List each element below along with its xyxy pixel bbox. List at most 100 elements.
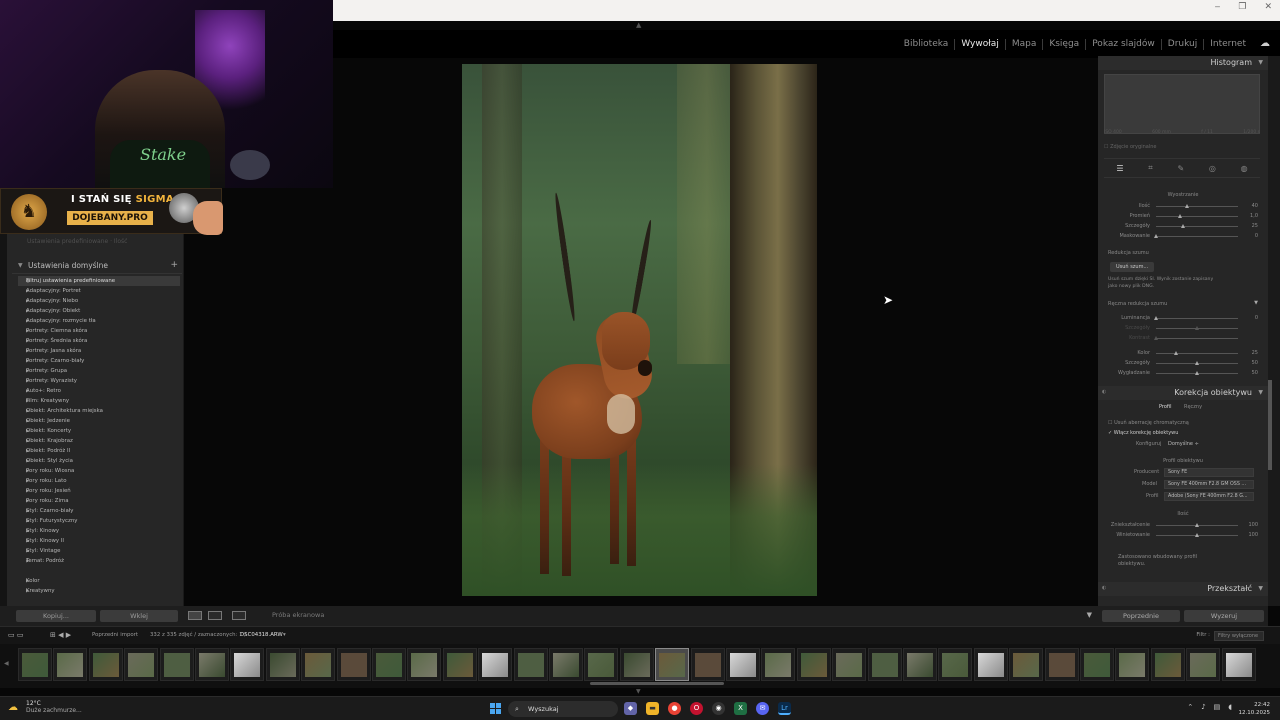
- filter-dot-icon[interactable]: ●: [18, 279, 30, 284]
- file-explorer-icon[interactable]: ▬: [646, 702, 659, 715]
- expand-triangle-icon[interactable]: ▶: [18, 589, 29, 594]
- previous-button[interactable]: Poprzednie: [1102, 610, 1180, 622]
- panel-switch-icon[interactable]: ◐: [1102, 389, 1106, 395]
- preset-item[interactable]: ▶ Styl: Kinowy: [18, 526, 180, 536]
- weather-icon[interactable]: ☁: [8, 702, 18, 713]
- lightroom-taskbar-icon[interactable]: Lr: [778, 702, 791, 715]
- module-map[interactable]: Mapa: [1004, 39, 1043, 50]
- expand-triangle-icon[interactable]: ▶: [18, 439, 29, 444]
- preset-item[interactable]: ▶ Styl: Vintage: [18, 546, 180, 556]
- preset-item[interactable]: ▶ Pory roku: Zima: [18, 496, 180, 506]
- expand-triangle-icon[interactable]: ▶: [18, 329, 29, 334]
- filmstrip-thumbnail[interactable]: [796, 648, 831, 681]
- preset-item[interactable]: ▶ Obiekt: Architektura miejska: [18, 406, 180, 416]
- slider-value[interactable]: 100: [1248, 522, 1258, 528]
- healing-icon[interactable]: ✎: [1177, 164, 1184, 173]
- preset-item[interactable]: ▶ Styl: Czarno-biały: [18, 506, 180, 516]
- presets-section-header[interactable]: ▼ Ustawienia domyślne +: [12, 260, 182, 274]
- enable-profile-checkbox[interactable]: ✓ Włącz korekcję obiektywu: [1108, 430, 1178, 436]
- module-develop[interactable]: Wywołaj: [954, 39, 1005, 50]
- compare-icon[interactable]: [232, 611, 246, 620]
- histogram-header[interactable]: Histogram ▼: [1098, 56, 1268, 70]
- filmstrip-thumbnail[interactable]: [159, 648, 194, 681]
- filmstrip-thumbnail[interactable]: [301, 648, 336, 681]
- copy-settings-button[interactable]: Kopiuj...: [16, 610, 96, 622]
- reset-button[interactable]: Wyzeruj: [1184, 610, 1264, 622]
- previous-import-label[interactable]: Poprzedni import: [92, 632, 138, 638]
- opera-icon[interactable]: O: [690, 702, 703, 715]
- slider-knob[interactable]: [1153, 234, 1158, 238]
- weather-widget[interactable]: 12°C Duże zachmurze...: [26, 700, 82, 714]
- preset-item[interactable]: ▶ Temat: Podróż: [18, 556, 180, 566]
- preset-item[interactable]: ▶ Portrety: Ciemna skóra: [18, 326, 180, 336]
- expand-triangle-icon[interactable]: ▶: [18, 349, 29, 354]
- remove-ca-checkbox[interactable]: ☐ Usuń aberrację chromatyczną: [1108, 420, 1189, 426]
- preset-item[interactable]: ▶ Styl: Kinowy II: [18, 536, 180, 546]
- collapse-triangle-icon[interactable]: ▼: [1258, 585, 1263, 592]
- preset-item[interactable]: ▶ Pory roku: Jesień: [18, 486, 180, 496]
- volume-icon[interactable]: ◖: [1228, 703, 1232, 711]
- sliders-icon[interactable]: ☰: [1116, 164, 1123, 173]
- minimize-button[interactable]: ‒: [1215, 2, 1221, 12]
- slider-row[interactable]: Promień 1,0: [1104, 212, 1260, 222]
- filmstrip-thumbnail[interactable]: [938, 648, 973, 681]
- manual-noise-title[interactable]: Ręczna redukcja szumu: [1108, 301, 1167, 307]
- slider-knob[interactable]: [1153, 316, 1158, 320]
- model-dropdown[interactable]: Sony FE 400mm F2.8 GM OSS ...: [1164, 480, 1254, 489]
- module-book[interactable]: Księga: [1042, 39, 1085, 50]
- close-button[interactable]: ✕: [1264, 2, 1272, 12]
- slider-value[interactable]: 100: [1248, 532, 1258, 538]
- filmstrip-thumbnail[interactable]: [230, 648, 265, 681]
- tray-overflow-icon[interactable]: ⌃: [1187, 703, 1193, 711]
- preset-item[interactable]: ▶ Adaptacyjny: rozmycie tła: [18, 316, 180, 326]
- expand-triangle-icon[interactable]: ▶: [18, 549, 29, 554]
- filmstrip-thumbnail[interactable]: [903, 648, 937, 681]
- excel-icon[interactable]: X: [734, 702, 747, 715]
- expand-triangle-icon[interactable]: ▶: [18, 459, 29, 464]
- module-web[interactable]: Internet: [1203, 39, 1252, 50]
- preset-item[interactable]: ▶ Obiekt: Koncerty: [18, 426, 180, 436]
- filmstrip-thumbnail[interactable]: [195, 648, 229, 681]
- slider-row[interactable]: Wygładzanie 50: [1104, 369, 1260, 379]
- slider-row[interactable]: Ilość 40: [1104, 202, 1260, 212]
- slider-knob[interactable]: [1194, 533, 1199, 537]
- filmstrip-thumbnail[interactable]: [265, 648, 300, 681]
- slider-value[interactable]: 50: [1252, 370, 1258, 376]
- filmstrip-thumbnail[interactable]: [442, 648, 477, 681]
- preset-item[interactable]: ▶ Styl: Futurystyczny: [18, 516, 180, 526]
- windows-start-icon[interactable]: [490, 703, 501, 714]
- lens-correction-header[interactable]: ◐ Korekcja obiektywu ▼: [1098, 386, 1268, 400]
- show-original-checkbox[interactable]: ☐ Zdjęcie oryginalne: [1104, 144, 1156, 150]
- slider-row[interactable]: Kontrast: [1104, 334, 1260, 344]
- expand-triangle-icon[interactable]: ▶: [18, 299, 29, 304]
- expand-triangle-icon[interactable]: ▶: [18, 519, 29, 524]
- filmstrip-thumbnail[interactable]: [1080, 648, 1114, 681]
- before-after-icon[interactable]: [208, 611, 222, 620]
- module-print[interactable]: Drukuj: [1160, 39, 1203, 50]
- network-icon[interactable]: ▤: [1214, 703, 1221, 711]
- setup-dropdown[interactable]: Domyślne ÷: [1168, 441, 1199, 447]
- filename-dropdown-icon[interactable]: ▾: [283, 632, 286, 638]
- filmstrip-scrollbar[interactable]: [590, 682, 724, 685]
- maximize-button[interactable]: ❐: [1238, 2, 1246, 12]
- expand-triangle-icon[interactable]: ▶: [18, 499, 29, 504]
- expand-triangle-icon[interactable]: ▶: [18, 359, 29, 364]
- right-panel-scroll-thumb[interactable]: [1268, 380, 1272, 470]
- module-slideshow[interactable]: Pokaz slajdów: [1085, 39, 1161, 50]
- filmstrip-thumbnail[interactable]: [584, 648, 619, 681]
- preset-item[interactable]: ▶ Adaptacyjny: Obiekt: [18, 306, 180, 316]
- redeye-icon[interactable]: ◎: [1209, 164, 1216, 173]
- slider-knob[interactable]: [1178, 214, 1183, 218]
- expand-triangle-icon[interactable]: ▶: [18, 399, 29, 404]
- collapse-triangle-icon[interactable]: ▼: [18, 262, 23, 269]
- filmstrip-thumbnail[interactable]: [53, 648, 88, 681]
- slider-value[interactable]: 1,0: [1250, 213, 1258, 219]
- preset-group[interactable]: ▶ Kolor: [18, 576, 180, 586]
- collapse-triangle-icon[interactable]: ▼: [1258, 59, 1263, 66]
- preset-item[interactable]: ▶ Film: Kreatywny: [18, 396, 180, 406]
- expand-triangle-icon[interactable]: ▶: [18, 419, 29, 424]
- filmstrip-thumbnail[interactable]: [1186, 648, 1221, 681]
- paste-settings-button[interactable]: Wklej: [100, 610, 178, 622]
- current-filename[interactable]: DSC04318.ARW: [240, 632, 283, 638]
- slider-knob[interactable]: [1194, 523, 1199, 527]
